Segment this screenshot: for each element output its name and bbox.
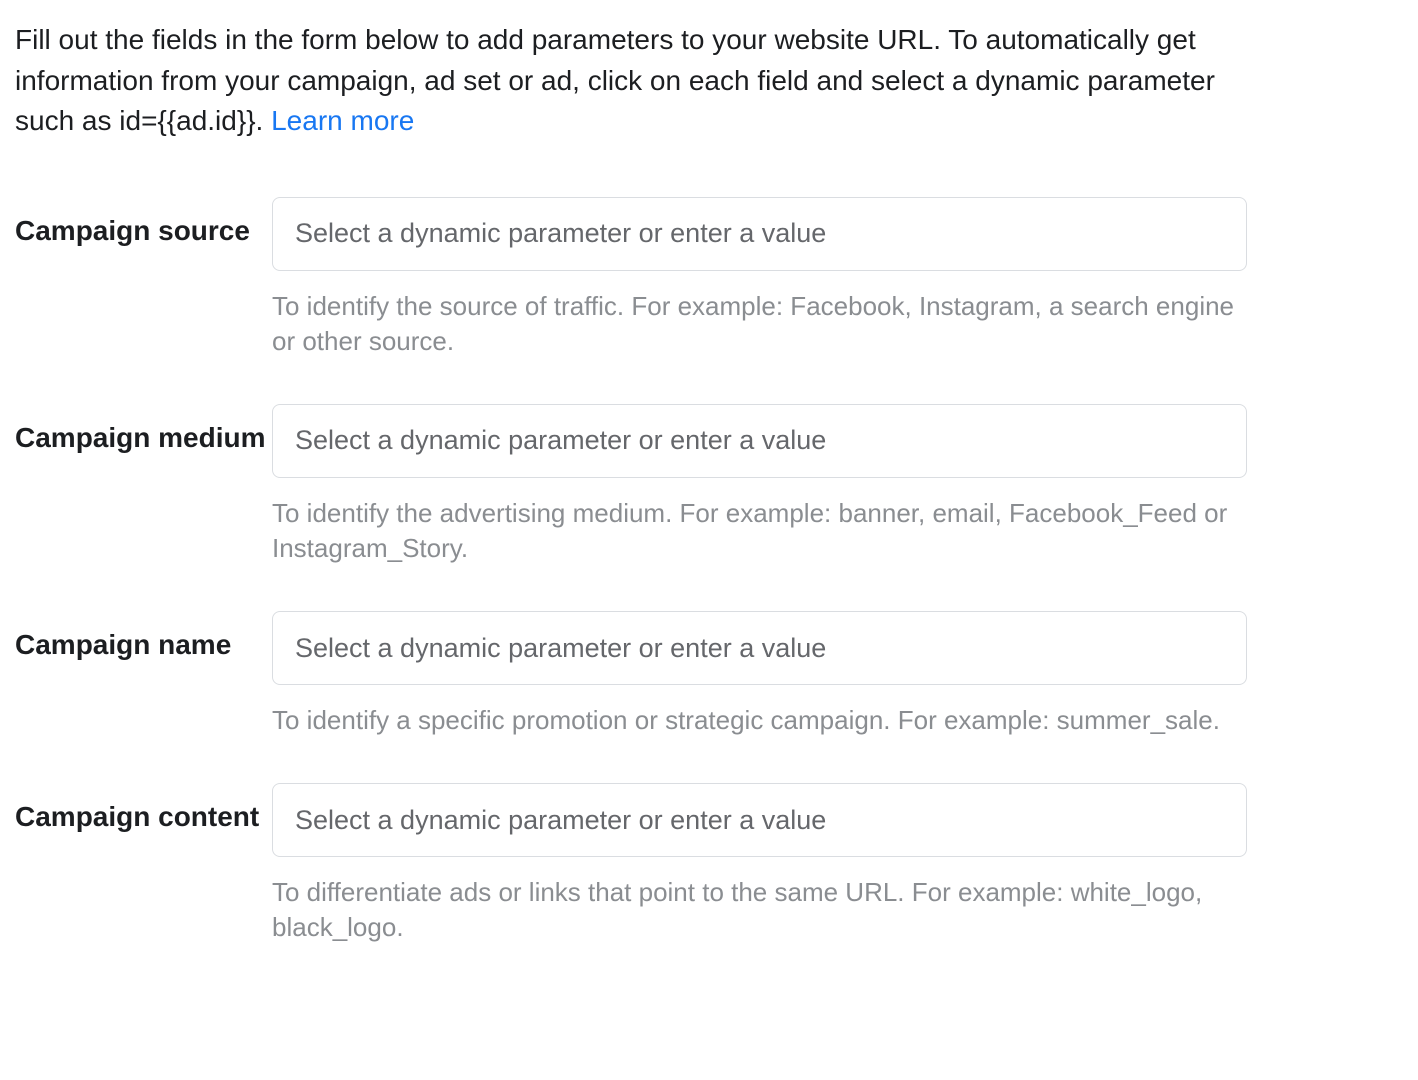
- campaign-source-label: Campaign source: [15, 197, 272, 250]
- campaign-content-label: Campaign content: [15, 783, 272, 836]
- campaign-medium-row: Campaign medium To identify the advertis…: [15, 404, 1403, 566]
- campaign-medium-hint: To identify the advertising medium. For …: [272, 496, 1247, 566]
- campaign-content-input[interactable]: [272, 783, 1247, 857]
- campaign-content-row: Campaign content To differentiate ads or…: [15, 783, 1403, 945]
- campaign-source-input[interactable]: [272, 197, 1247, 271]
- form-intro-text: Fill out the fields in the form below to…: [15, 20, 1235, 142]
- campaign-source-row: Campaign source To identify the source o…: [15, 197, 1403, 359]
- campaign-content-hint: To differentiate ads or links that point…: [272, 875, 1247, 945]
- intro-text-body: Fill out the fields in the form below to…: [15, 24, 1215, 136]
- campaign-medium-input[interactable]: [272, 404, 1247, 478]
- campaign-content-field-wrapper: To differentiate ads or links that point…: [272, 783, 1247, 945]
- campaign-name-row: Campaign name To identify a specific pro…: [15, 611, 1403, 738]
- campaign-source-hint: To identify the source of traffic. For e…: [272, 289, 1247, 359]
- campaign-medium-field-wrapper: To identify the advertising medium. For …: [272, 404, 1247, 566]
- campaign-name-label: Campaign name: [15, 611, 272, 664]
- campaign-medium-label: Campaign medium: [15, 404, 272, 457]
- learn-more-link[interactable]: Learn more: [271, 105, 414, 136]
- campaign-source-field-wrapper: To identify the source of traffic. For e…: [272, 197, 1247, 359]
- campaign-name-input[interactable]: [272, 611, 1247, 685]
- campaign-name-field-wrapper: To identify a specific promotion or stra…: [272, 611, 1247, 738]
- campaign-name-hint: To identify a specific promotion or stra…: [272, 703, 1247, 738]
